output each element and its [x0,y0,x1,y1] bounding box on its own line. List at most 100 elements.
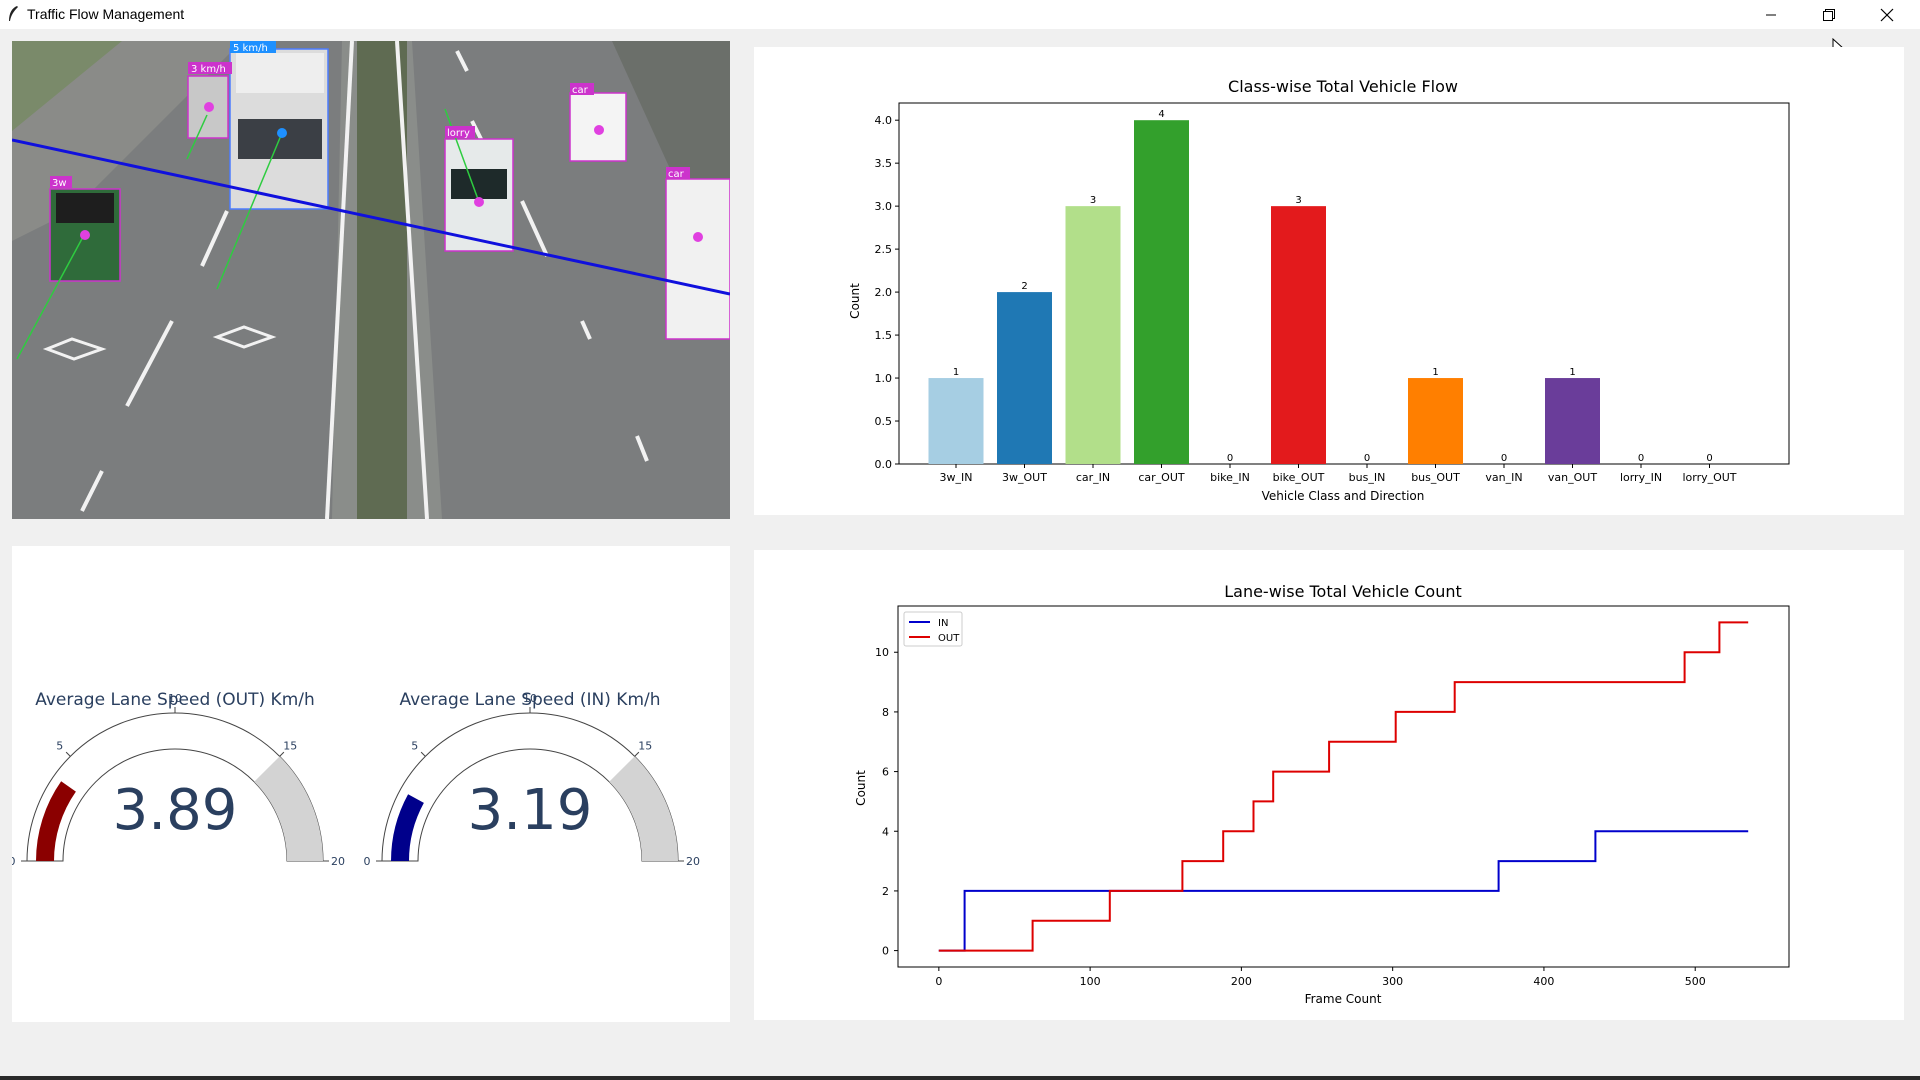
detection-label: 5 km/h [233,43,268,54]
bar-value-label: 0 [1706,453,1712,464]
bar [1271,206,1326,464]
x-tick-label: 3w_IN [940,471,973,484]
legend-label: OUT [938,633,960,644]
x-axis-label: Frame Count [1305,992,1382,1006]
x-tick-label: lorry_OUT [1682,471,1736,484]
bar-value-label: 2 [1021,281,1027,292]
gauge-tick [420,751,426,757]
x-tick-label: lorry_IN [1620,471,1662,484]
x-tick-label: 400 [1533,975,1554,988]
window-bottom-border [0,1076,1920,1080]
y-tick-label: 0.5 [875,415,893,428]
title-bar: Traffic Flow Management [0,0,1920,29]
legend-label: IN [938,618,948,629]
y-tick-label: 2 [882,885,889,898]
window-title: Traffic Flow Management [27,6,185,22]
lane-count-chart-panel: Lane-wise Total Vehicle Count Frame Coun… [754,550,1904,1020]
bar [1545,378,1600,464]
y-tick-label: 4 [882,825,889,838]
gauge-tick-label: 10 [168,692,182,705]
y-axis-label: Count [854,770,868,806]
y-tick-label: 3.0 [875,200,893,213]
chart-title: Class-wise Total Vehicle Flow [1228,77,1458,96]
class-flow-bar-chart: Class-wise Total Vehicle Flow Vehicle Cl… [848,77,1790,503]
bar-value-label: 1 [1432,367,1438,378]
x-tick-label: van_OUT [1548,471,1597,484]
x-tick-label: car_IN [1076,471,1110,484]
restore-button[interactable] [1800,0,1858,29]
gauge-tick-label: 15 [638,740,652,753]
speed-gauges-panel: Average Lane Speed (OUT) Km/h Average La… [12,546,730,1022]
x-tick-label: 300 [1382,975,1403,988]
bar [997,292,1052,464]
bar-value-label: 0 [1227,453,1233,464]
gauge-tick-label: 5 [411,740,418,753]
gauge-value-in: 3.19 [468,778,593,843]
gauge-tick-label: 5 [56,740,63,753]
bar [928,378,984,464]
x-tick-label: 200 [1231,975,1252,988]
y-tick-label: 10 [875,646,889,659]
y-tick-label: 0.0 [875,458,893,471]
y-tick-label: 8 [882,706,889,719]
bar [1065,206,1121,464]
x-tick-label: van_IN [1485,471,1522,484]
x-tick-label: 500 [1685,975,1706,988]
y-tick-label: 2.0 [875,286,893,299]
gauge-tick [65,751,71,757]
y-tick-label: 6 [882,766,889,779]
x-tick-label: bike_OUT [1273,471,1325,484]
y-tick-label: 2.5 [875,243,893,256]
y-tick-label: 1.0 [875,372,893,385]
detection-label: 3 km/h [191,64,226,75]
x-tick-label: 3w_OUT [1002,471,1047,484]
gauge-step [254,756,323,861]
gauge-step [609,756,678,861]
gauge-tick-label: 0 [12,855,16,868]
gauge-tick-label: 15 [283,740,297,753]
traffic-video-feed: 5 km/h 3 km/h 3w lorry car car [12,41,730,519]
class-flow-chart-panel: Class-wise Total Vehicle Flow Vehicle Cl… [754,47,1904,515]
y-tick-label: 4.0 [875,114,893,127]
close-button[interactable] [1858,0,1916,29]
x-tick-label: bus_OUT [1411,471,1460,484]
series-line-in [938,830,1749,952]
bar [1408,378,1463,464]
series-line-out [938,621,1749,952]
detection-label: car [572,85,589,96]
y-axis-label: Count [848,283,862,319]
feather-icon [6,5,20,28]
x-axis-label: Vehicle Class and Direction [1262,489,1425,503]
restore-icon [1823,8,1835,21]
x-tick-label: bus_IN [1349,471,1386,484]
gauge-tick-label: 20 [686,855,700,868]
minimize-icon [1766,14,1776,15]
detection-label: 3w [52,178,67,189]
x-tick-label: car_OUT [1138,471,1185,484]
x-tick-label: bike_IN [1210,471,1250,484]
bar-value-label: 3 [1090,195,1096,206]
close-icon [1880,8,1894,21]
minimize-button[interactable] [1742,0,1800,29]
gauge-value-out: 3.89 [113,778,238,843]
chart-title: Lane-wise Total Vehicle Count [1224,582,1462,601]
y-tick-label: 3.5 [875,157,893,170]
x-tick-label: 100 [1080,975,1101,988]
bar-value-label: 0 [1501,453,1507,464]
lane-count-line-chart: Lane-wise Total Vehicle Count Frame Coun… [854,582,1790,1006]
bar-value-label: 0 [1364,453,1370,464]
bar-value-label: 3 [1295,195,1301,206]
plot-frame [897,605,1790,968]
speed-gauges: Average Lane Speed (OUT) Km/h Average La… [12,690,700,868]
detection-label: lorry [447,128,470,139]
detection-label: car [668,169,685,180]
bar-value-label: 0 [1638,453,1644,464]
y-tick-label: 0 [882,945,889,958]
bar-value-label: 1 [953,367,959,378]
y-tick-label: 1.5 [875,329,893,342]
bar-value-label: 1 [1569,367,1575,378]
gauge-tick-label: 0 [364,855,371,868]
gauge-tick-label: 10 [523,692,537,705]
gauge-tick-label: 20 [331,855,345,868]
bar [1134,120,1189,464]
